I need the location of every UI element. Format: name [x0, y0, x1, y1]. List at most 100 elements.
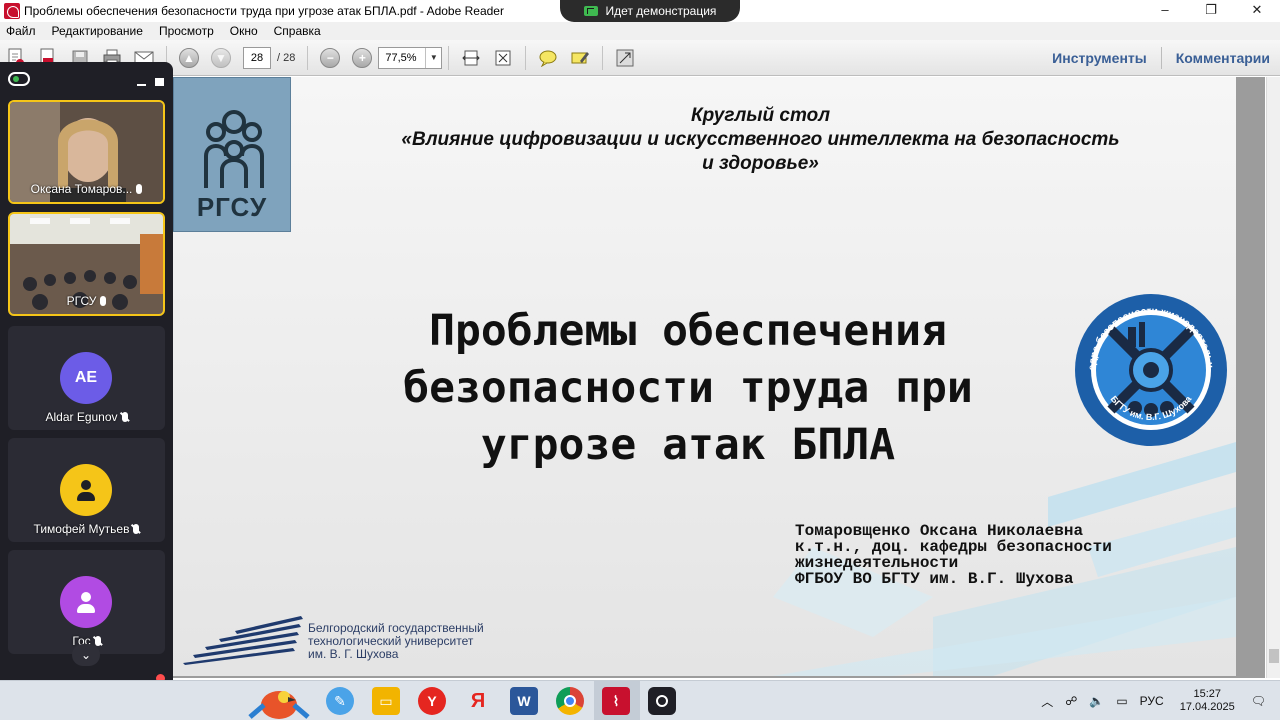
windows-taskbar: ✎ ▭ Y Я W ⌇ ︿ ☍ 🔈 ▭ РУС 15:27 17.04.2025… [0, 680, 1280, 720]
conference-app-icon [8, 72, 30, 86]
document-viewport[interactable]: РГСУ Круглый стол «Влияние цифровизации … [173, 77, 1265, 678]
highlight-button[interactable] [567, 45, 593, 71]
chevron-down-icon: ▼ [425, 47, 441, 68]
round-table-line: Круглый стол [690, 105, 831, 126]
author-block: Томаровщенко Оксана Николаевна к.т.н., д… [795, 523, 1225, 587]
participant-tile[interactable]: РГСУ [8, 212, 165, 316]
panel-minimize-icon[interactable] [137, 84, 146, 86]
next-page-button[interactable]: ▼ [208, 45, 234, 71]
battery-icon[interactable]: ▭ [1116, 694, 1127, 708]
fullscreen-button[interactable] [612, 45, 638, 71]
tools-link[interactable]: Инструменты [1052, 50, 1147, 66]
fit-page-button[interactable] [490, 45, 516, 71]
panel-links: Инструменты Комментарии [1052, 40, 1270, 76]
rgsu-logo: РГСУ [173, 77, 291, 232]
expand-icon [616, 49, 634, 66]
chevron-down-icon: ⌄ [80, 648, 92, 662]
university-line: им. В. Г. Шухова [308, 647, 399, 661]
zoom-select[interactable]: 77,5% ▼ [378, 46, 443, 69]
microphone-icon [100, 296, 107, 306]
word-icon[interactable]: W [510, 687, 538, 715]
toolbar-separator [525, 45, 527, 70]
network-icon[interactable]: ☍ [1065, 694, 1077, 708]
restore-button[interactable]: ❐ [1188, 0, 1234, 22]
page-number-input[interactable]: 28 [243, 46, 271, 69]
taskbar-app-paint-icon[interactable]: ✎ [326, 687, 354, 715]
panel-header [0, 62, 173, 98]
round-table-heading: Круглый стол «Влияние цифровизации и иск… [373, 104, 1148, 176]
zoom-out-button[interactable]: − [317, 45, 343, 71]
fit-page-icon [495, 50, 511, 65]
university-name: Белгородский государственный технологиче… [308, 622, 484, 661]
participant-tile[interactable]: AE Aldar Egunov [8, 326, 165, 430]
scroll-participants-button[interactable]: ⌄ [72, 644, 100, 666]
minus-icon: − [320, 47, 341, 68]
system-tray: ︿ ☍ 🔈 ▭ РУС 15:27 17.04.2025 🗨 [1035, 681, 1280, 720]
chrome-icon[interactable] [556, 687, 584, 715]
participant-name: Оксана Томаров... [10, 182, 163, 196]
fit-width-icon [462, 50, 481, 65]
panel-maximize-icon[interactable] [155, 78, 164, 86]
clock-date: 17.04.2025 [1179, 701, 1235, 713]
rgsu-logo-text: РГСУ [196, 192, 268, 222]
participant-name: Тимофей Мутьев [8, 522, 165, 536]
microphone-muted-icon [94, 636, 101, 646]
round-table-line: «Влияние цифровизации и искусственного и… [401, 129, 1120, 150]
title-line: Проблемы обеспечения [429, 306, 947, 356]
participant-tile[interactable]: Оксана Томаров... [8, 100, 165, 204]
plus-icon: + [352, 47, 373, 68]
language-indicator[interactable]: РУС [1140, 694, 1164, 708]
window-controls: – ❐ ✕ [1142, 0, 1280, 22]
screen-share-label: Идет демонстрация [605, 4, 717, 18]
close-button[interactable]: ✕ [1234, 0, 1280, 22]
previous-page-button[interactable]: ▲ [176, 45, 202, 71]
participants-panel: Оксана Томаров... РГСУ AE Aldar Egunov Т… [0, 62, 173, 720]
menu-edit[interactable]: Редактирование [52, 24, 143, 38]
notifications-icon[interactable]: 🗨 [1251, 694, 1266, 708]
chevron-up-icon[interactable]: ︿ [1041, 693, 1053, 710]
toolbar-separator [307, 45, 309, 70]
volume-icon[interactable]: 🔈 [1089, 694, 1104, 708]
toolbar-separator [1160, 47, 1162, 69]
menu-window[interactable]: Окно [230, 24, 258, 38]
screen-share-icon [583, 6, 598, 16]
arrow-up-icon: ▲ [179, 47, 199, 68]
user-icon [75, 591, 97, 613]
user-icon [75, 479, 97, 501]
minimize-button[interactable]: – [1142, 0, 1188, 22]
comments-link[interactable]: Комментарии [1176, 50, 1270, 66]
highlighter-icon [571, 51, 590, 63]
microphone-icon [136, 184, 143, 194]
avatar: AE [60, 352, 112, 404]
title-line: угрозе атак БПЛА [480, 420, 896, 470]
presentation-title: Проблемы обеспечения безопасности труда … [263, 303, 1113, 474]
author-degree: к.т.н., доц. кафедры безопасности [795, 538, 1112, 556]
author-department: жизнедеятельности [795, 554, 959, 572]
zoom-in-button[interactable]: + [349, 45, 375, 71]
author-name: Томаровщенко Оксана Николаевна [795, 522, 1084, 540]
menu-help[interactable]: Справка [274, 24, 321, 38]
file-explorer-icon[interactable]: ▭ [372, 687, 400, 715]
microphone-muted-icon [121, 412, 128, 422]
participant-tile[interactable]: Тимофей Мутьев [8, 438, 165, 542]
yandex-icon[interactable]: Я [464, 687, 492, 715]
clock[interactable]: 15:27 17.04.2025 [1180, 688, 1235, 714]
menu-view[interactable]: Просмотр [159, 24, 214, 38]
scrollbar-thumb[interactable] [1269, 649, 1279, 663]
arrow-down-icon: ▼ [211, 47, 231, 68]
participant-tile[interactable]: Гос [8, 550, 165, 654]
parrot-wallpaper-icon [248, 691, 310, 719]
author-organization: ФГБОУ ВО БГТУ им. В.Г. Шухова [795, 570, 1074, 588]
reader-toolbar: ▲ ▼ 28 / 28 − + 77,5% ▼ Инструменты Комм… [0, 40, 1280, 76]
zoom-value: 77,5% [385, 51, 417, 64]
screen-share-banner[interactable]: Идет демонстрация [560, 0, 740, 22]
menu-file[interactable]: Файл [6, 24, 36, 38]
conference-app-taskbar-icon[interactable] [648, 687, 676, 715]
yandex-browser-icon[interactable]: Y [418, 687, 446, 715]
avatar [60, 576, 112, 628]
comment-button[interactable] [535, 45, 561, 71]
page-total: / 28 [277, 51, 296, 64]
adobe-reader-taskbar-icon[interactable]: ⌇ [602, 687, 630, 715]
vertical-scrollbar[interactable] [1266, 77, 1280, 678]
fit-width-button[interactable] [458, 45, 484, 71]
